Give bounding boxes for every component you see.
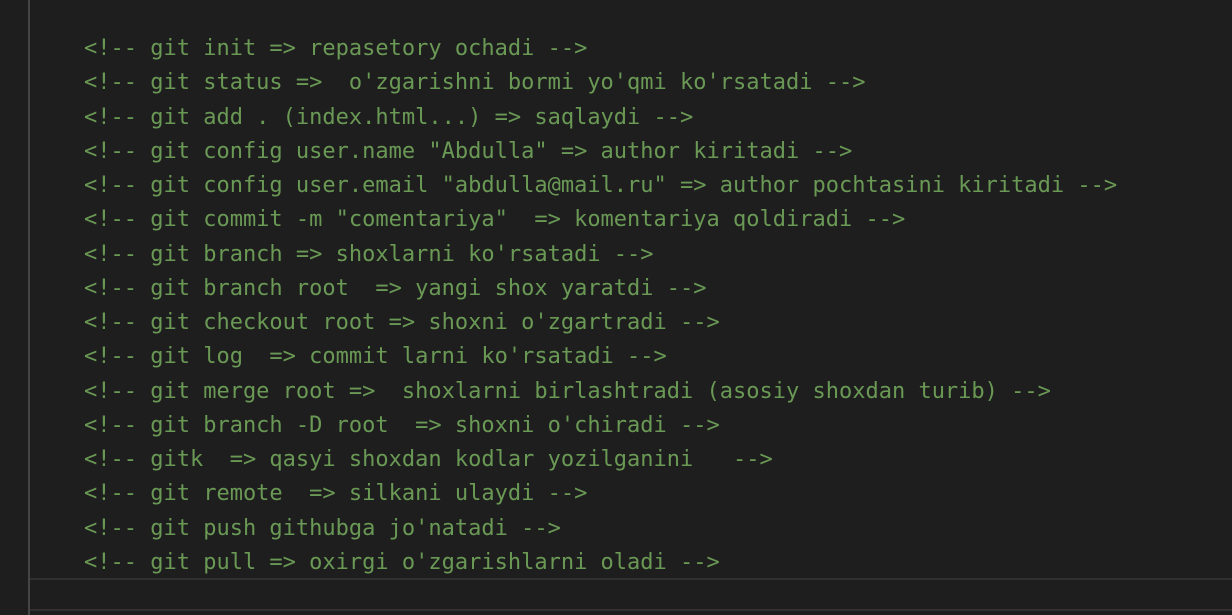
code-line-16[interactable]: <!-- git pull => oxirgi o'zgarishlarni o… <box>84 546 1117 580</box>
code-line-4[interactable]: <!-- git config user.name "Abdulla" => a… <box>84 135 1117 169</box>
code-line-11[interactable]: <!-- git merge root => shoxlarni birlash… <box>84 375 1117 409</box>
code-line-5[interactable]: <!-- git config user.email "abdulla@mail… <box>84 169 1117 203</box>
current-line-highlight[interactable] <box>30 578 1232 611</box>
code-line-13[interactable]: <!-- gitk => qasyi shoxdan kodlar yozilg… <box>84 443 1117 477</box>
code-line-3[interactable]: <!-- git add . (index.html...) => saqlay… <box>84 101 1117 135</box>
code-line-14[interactable]: <!-- git remote => silkani ulaydi --> <box>84 477 1117 511</box>
code-line-2[interactable]: <!-- git status => o'zgarishni bormi yo'… <box>84 66 1117 100</box>
code-line-7[interactable]: <!-- git branch => shoxlarni ko'rsatadi … <box>84 238 1117 272</box>
indent-guide <box>28 0 30 615</box>
code-editor[interactable]: <!-- git init => repasetory ochadi --> <… <box>0 0 1232 615</box>
code-line-10[interactable]: <!-- git log => commit larni ko'rsatadi … <box>84 340 1117 374</box>
code-line-8[interactable]: <!-- git branch root => yangi shox yarat… <box>84 272 1117 306</box>
code-line-12[interactable]: <!-- git branch -D root => shoxni o'chir… <box>84 409 1117 443</box>
code-area[interactable]: <!-- git init => repasetory ochadi --> <… <box>84 32 1117 580</box>
code-line-9[interactable]: <!-- git checkout root => shoxni o'zgart… <box>84 306 1117 340</box>
code-line-15[interactable]: <!-- git push githubga jo'natadi --> <box>84 512 1117 546</box>
code-line-6[interactable]: <!-- git commit -m "comentariya" => kome… <box>84 203 1117 237</box>
code-line-1[interactable]: <!-- git init => repasetory ochadi --> <box>84 32 1117 66</box>
